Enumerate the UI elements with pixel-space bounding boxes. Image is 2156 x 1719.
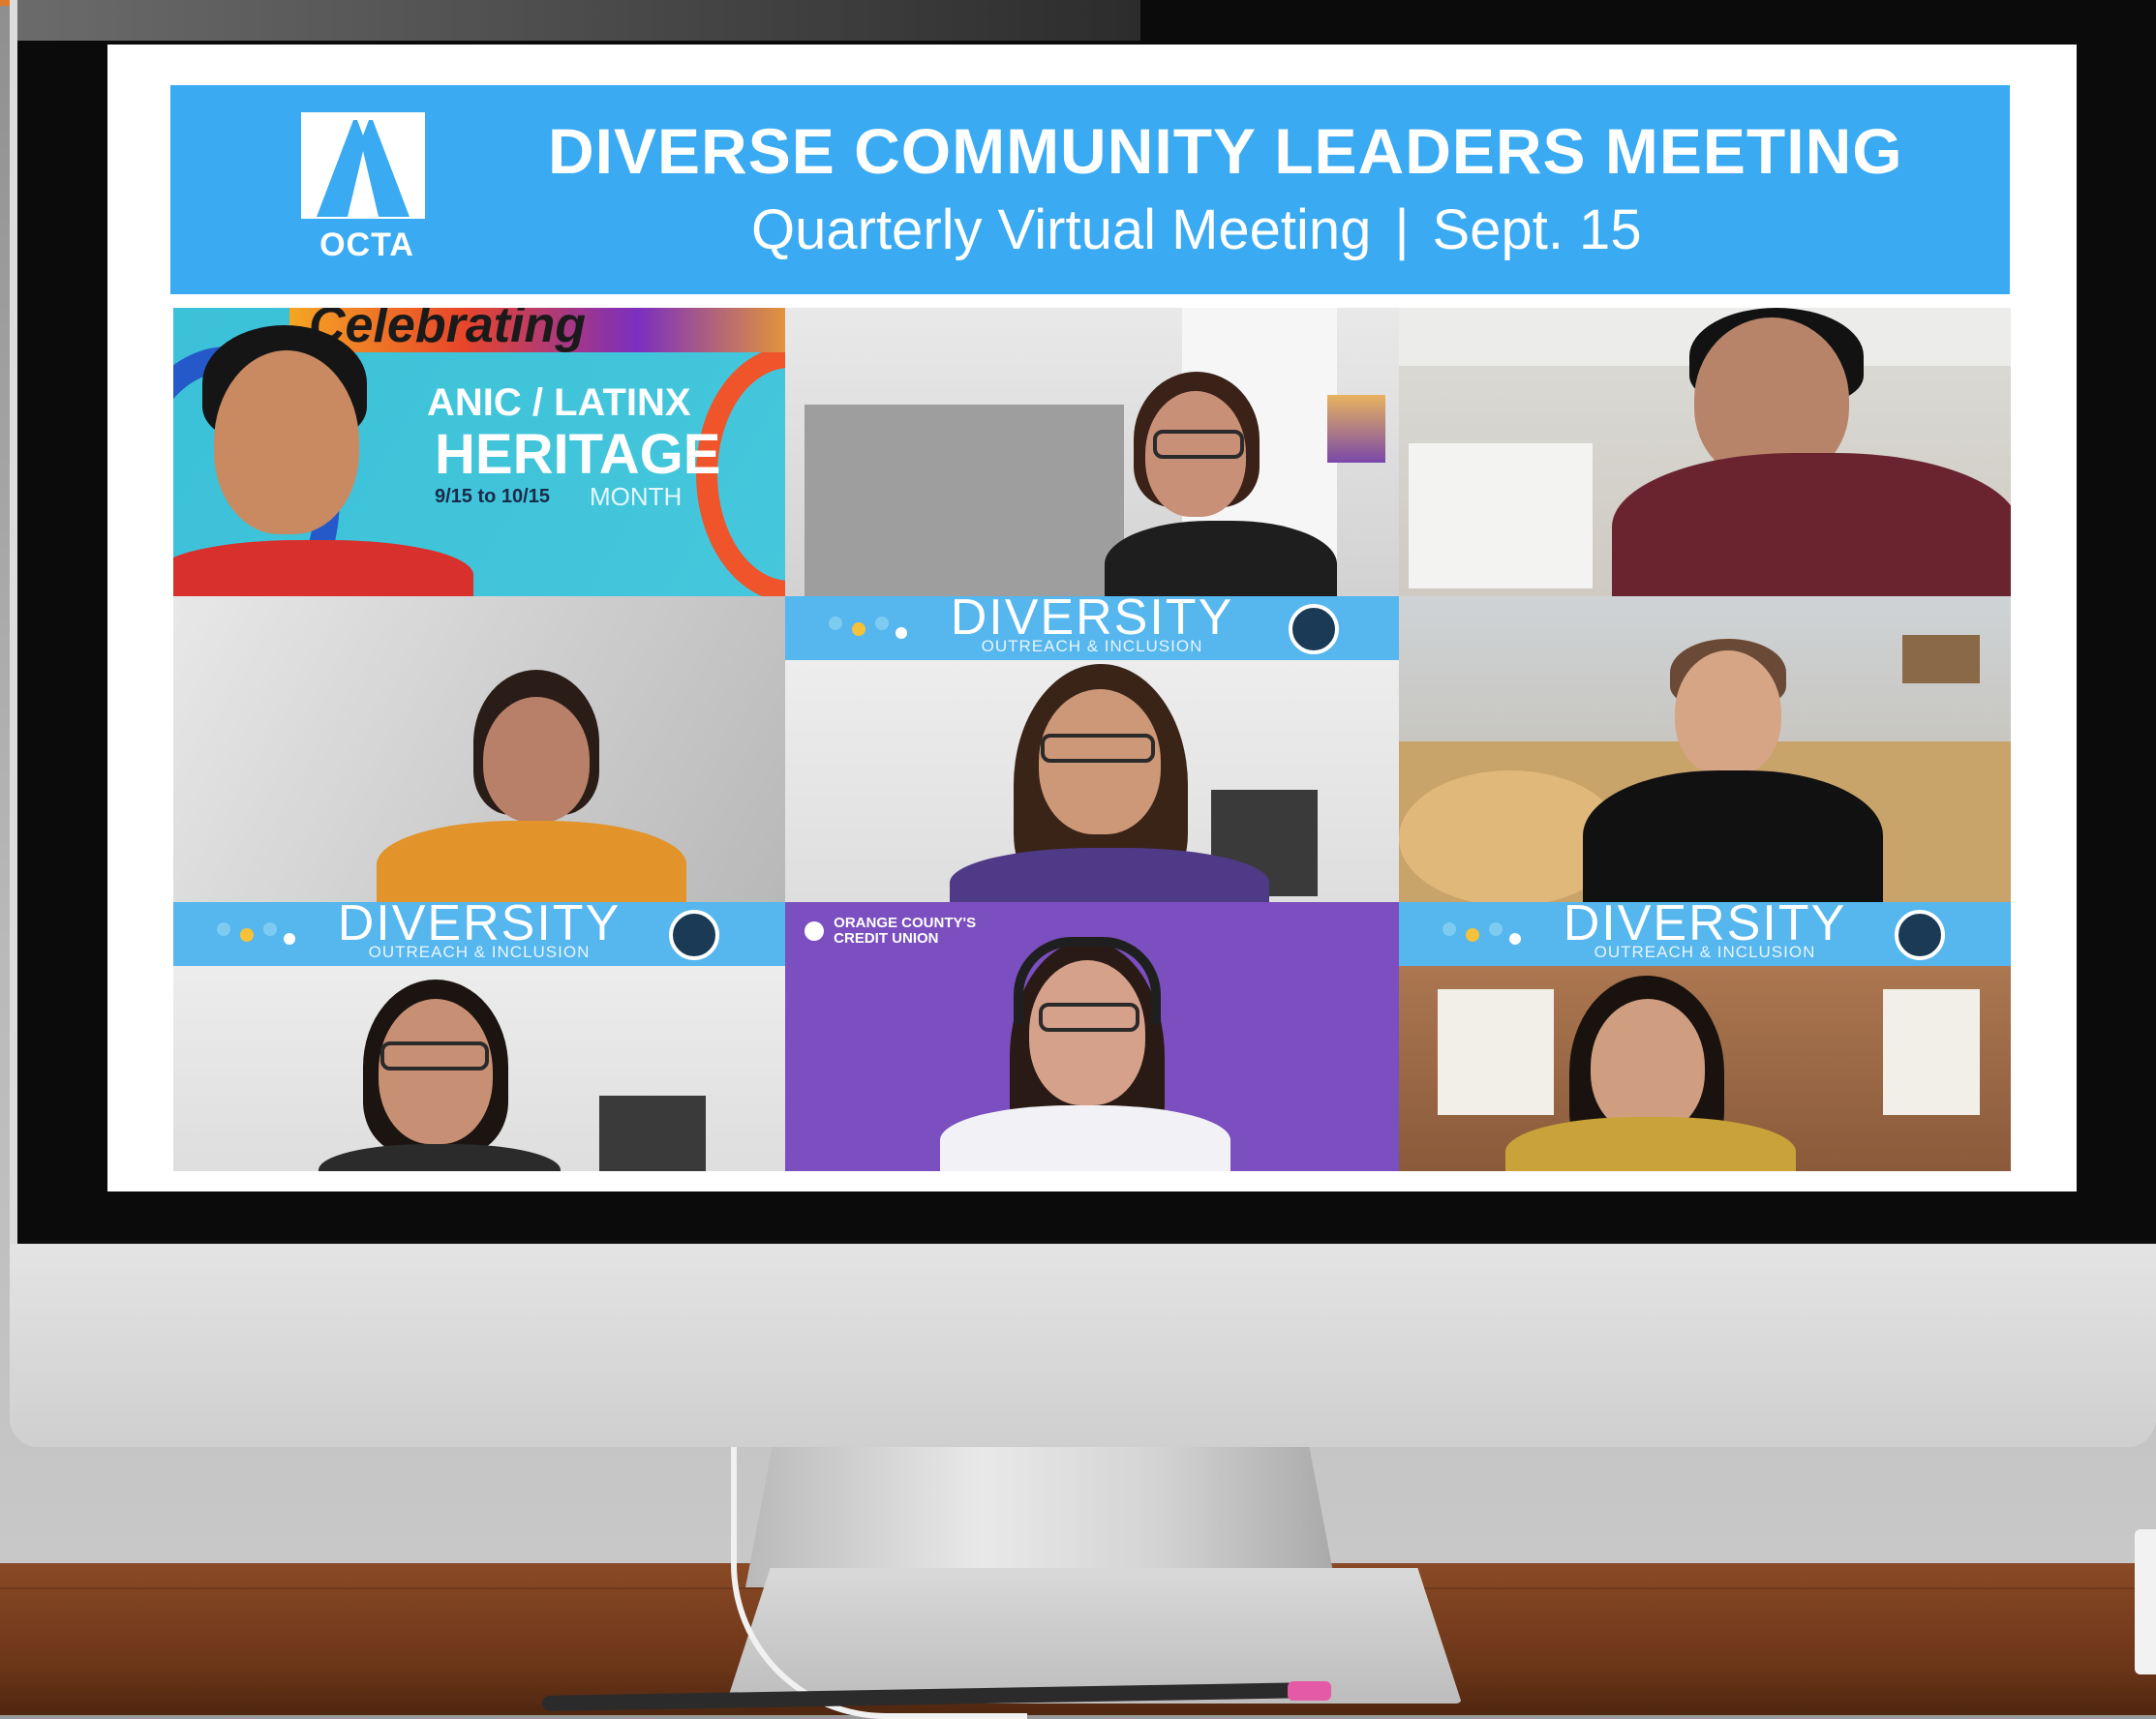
participant-face [483, 697, 590, 823]
glasses-icon [1039, 1003, 1139, 1032]
credit-union-name-line-2: CREDIT UNION [834, 930, 939, 947]
participant-face [214, 350, 359, 534]
mask-icon [669, 910, 719, 960]
participant-shirt [377, 821, 686, 902]
heritage-line-2: HERITAGE [435, 423, 721, 486]
meeting-screen: OCTA DIVERSE COMMUNITY LEADERS MEETING Q… [107, 45, 2077, 1191]
glasses-icon [380, 1041, 489, 1071]
meeting-title: DIVERSE COMMUNITY LEADERS MEETING [548, 115, 1903, 187]
mask-icon [1289, 604, 1339, 654]
participant-tile-6[interactable] [1399, 596, 2011, 902]
participant-tile-4[interactable] [173, 596, 785, 902]
participant-shirt [1612, 453, 2011, 596]
participant-shirt [950, 848, 1269, 902]
loft-window [1883, 989, 1980, 1115]
heritage-dates: 9/15 to 10/15 [435, 486, 550, 507]
participant-tile-9[interactable]: DIVERSITY OUTREACH & INCLUSION [1399, 902, 2011, 1171]
participant-shirt [1105, 521, 1337, 596]
participant-grid: Celebrating ANIC / LATINX HERITAGE 9/15 … [173, 308, 2011, 1171]
participant-tile-5[interactable]: DIVERSITY OUTREACH & INCLUSION [785, 596, 1399, 902]
credit-union-logo-text: ORANGE COUNTY'S CREDIT UNION [834, 916, 976, 947]
credit-union-logo-icon [805, 921, 824, 941]
office-door [1409, 443, 1593, 588]
heritage-headline-fragment: Celebrating [309, 308, 587, 353]
desk-object-edge [2135, 1529, 2156, 1674]
octa-logo-text: OCTA [319, 226, 414, 263]
office-cabinet [805, 405, 1124, 596]
participant-tile-2[interactable] [785, 308, 1399, 596]
participant-tile-7[interactable]: DIVERSITY OUTREACH & INCLUSION [173, 902, 785, 1171]
participant-tile-1[interactable]: Celebrating ANIC / LATINX HERITAGE 9/15 … [173, 308, 785, 596]
office-chair [599, 1096, 706, 1171]
meeting-subtitle: Quarterly Virtual Meeting | Sept. 15 [751, 197, 1913, 262]
subtitle-date: Sept. 15 [1432, 198, 1642, 261]
heritage-month: MONTH [590, 482, 683, 511]
glasses-icon [1153, 430, 1244, 459]
lamp-shade [1902, 635, 1980, 683]
participant-shirt [940, 1105, 1230, 1171]
participant-face [379, 999, 493, 1144]
credit-union-name-line-1: ORANGE COUNTY'S [834, 915, 977, 931]
heritage-line-1: ANIC / LATINX [427, 381, 691, 424]
monitor-chin [10, 1244, 2156, 1447]
participant-tile-3[interactable] [1399, 308, 2011, 596]
participant-face [1675, 650, 1781, 776]
loft-window [1438, 989, 1554, 1115]
glasses-icon [1041, 734, 1155, 763]
participant-tile-8[interactable]: ORANGE COUNTY'S CREDIT UNION [785, 902, 1399, 1171]
wall-poster [1327, 395, 1385, 463]
credit-union-logo: ORANGE COUNTY'S CREDIT UNION [805, 916, 976, 947]
subtitle-separator: | [1394, 198, 1410, 261]
participant-shirt [1505, 1117, 1796, 1171]
pencil-eraser [1288, 1681, 1331, 1701]
subtitle-meeting-type: Quarterly Virtual Meeting [751, 198, 1372, 261]
participant-shirt [1583, 770, 1883, 902]
bezel-reflection [17, 0, 1140, 41]
participant-face [1591, 999, 1705, 1134]
mask-icon [1895, 910, 1945, 960]
